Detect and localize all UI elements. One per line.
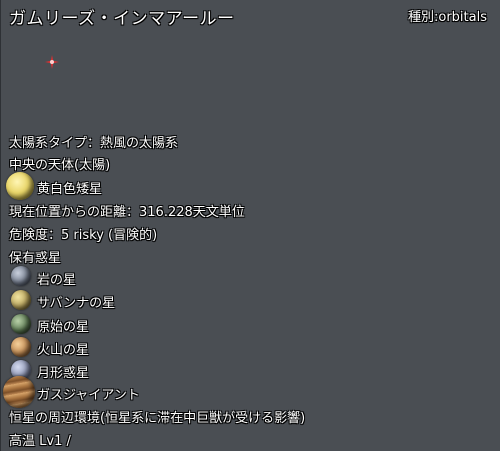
- system-info-panel: ガムリーズ・インマアールー 種別:orbitals 太陽系タイプ：熱風の太陽系 …: [0, 0, 500, 451]
- distance: 現在位置からの距離：316.228天文単位: [9, 205, 245, 220]
- system-kind: 種別:orbitals: [408, 10, 487, 25]
- star-name: 黄白色矮星: [37, 182, 103, 197]
- gas-giant-icon: [3, 376, 35, 408]
- savanna-planet-icon: [11, 290, 31, 310]
- planet-name: 火山の星: [37, 343, 90, 358]
- environment-value: 高温 Lv1 /: [9, 434, 71, 449]
- planet-name: 月形惑星: [37, 366, 90, 381]
- yellow-white-dwarf-icon: [6, 172, 34, 200]
- danger-level: 危険度：5 risky (冒険的): [9, 228, 158, 243]
- environment-heading: 恒星の周辺環境(恒星系に滞在中巨獣が受ける影響): [9, 411, 306, 426]
- planet-name: 岩の星: [37, 273, 77, 288]
- planet-name: 原始の星: [37, 320, 90, 335]
- system-type: 太陽系タイプ：熱風の太陽系: [9, 136, 179, 151]
- system-sparkle-icon: [45, 55, 59, 69]
- system-title: ガムリーズ・インマアールー: [9, 9, 235, 29]
- planet-name: サバンナの星: [37, 296, 116, 311]
- volcanic-planet-icon: [11, 337, 31, 357]
- planets-heading: 保有惑星: [9, 251, 62, 266]
- center-heading: 中央の天体(太陽): [9, 158, 111, 173]
- primordial-planet-icon: [11, 314, 31, 334]
- planet-name: ガスジャイアント: [37, 388, 140, 403]
- rocky-planet-icon: [11, 266, 31, 286]
